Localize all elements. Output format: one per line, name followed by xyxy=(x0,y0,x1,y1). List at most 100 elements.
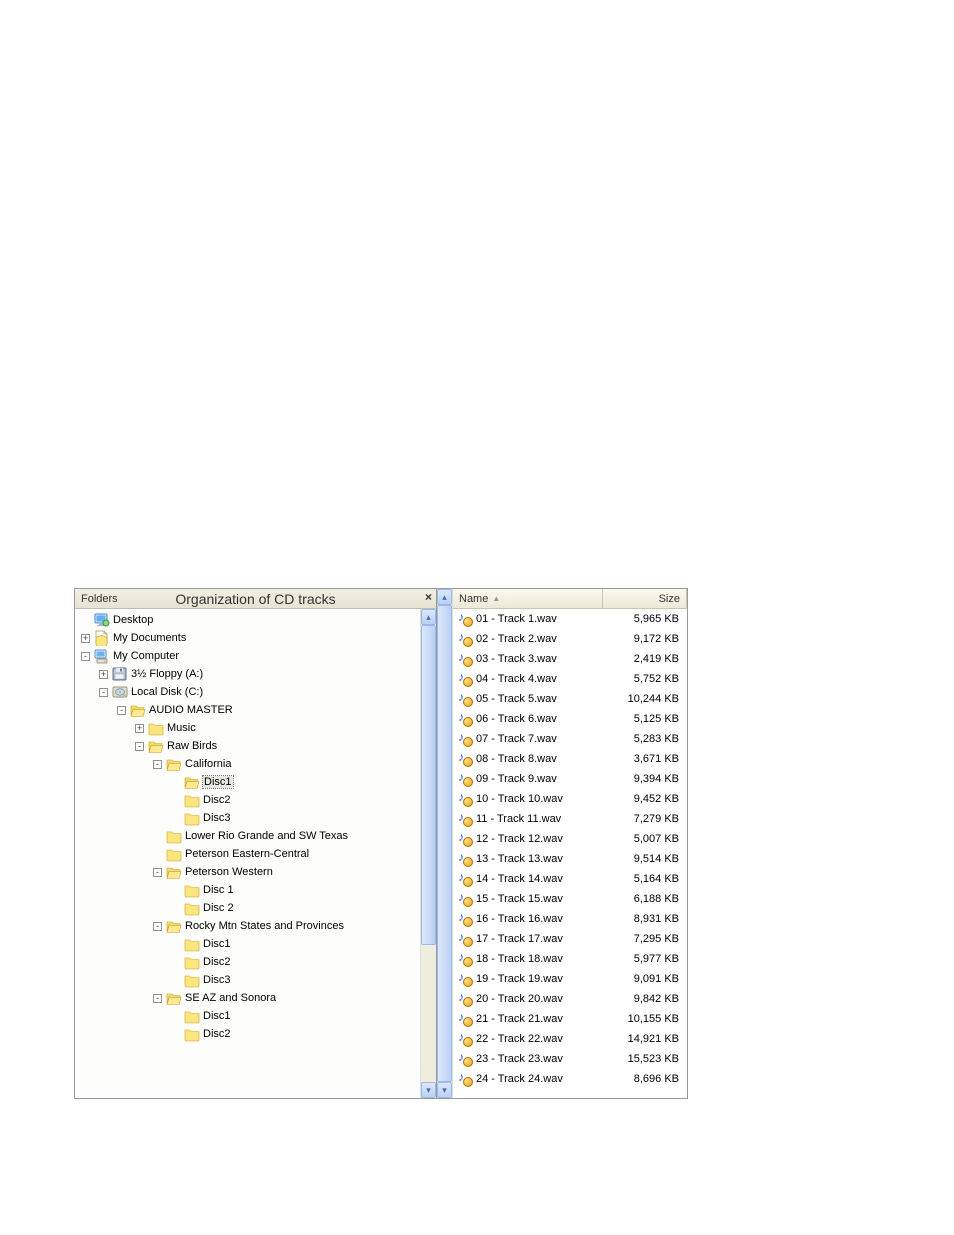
file-row[interactable]: 24 - Track 24.wav8,696 KB xyxy=(453,1069,687,1089)
file-row[interactable]: 01 - Track 1.wav5,965 KB xyxy=(453,609,687,629)
file-row[interactable]: 07 - Track 7.wav5,283 KB xyxy=(453,729,687,749)
collapse-icon[interactable]: - xyxy=(81,652,90,661)
folder-icon xyxy=(184,972,200,988)
collapse-icon[interactable]: - xyxy=(153,922,162,931)
toggle-spacer xyxy=(171,958,180,967)
tree-node-local-disk[interactable]: - Local Disk (C:) xyxy=(77,683,420,701)
tree-node-label: Raw Birds xyxy=(167,740,217,752)
tree-node-sa-disc1[interactable]: Disc1 xyxy=(77,1007,420,1025)
tree-node-label: Local Disk (C:) xyxy=(131,686,203,698)
tree-node-raw-birds[interactable]: - Raw Birds xyxy=(77,737,420,755)
folder-tree[interactable]: Desktop+My Documents-My Computer+3½ Flop… xyxy=(75,609,420,1098)
tree-node-desktop[interactable]: Desktop xyxy=(77,611,420,629)
file-row[interactable]: 02 - Track 2.wav9,172 KB xyxy=(453,629,687,649)
file-size: 7,295 KB xyxy=(603,933,687,945)
pane-title: Organization of CD tracks xyxy=(175,591,335,607)
scroll-down-button[interactable]: ▾ xyxy=(437,1082,452,1098)
tree-node-se-az-sonora[interactable]: -SE AZ and Sonora xyxy=(77,989,420,1007)
collapse-icon[interactable]: - xyxy=(117,706,126,715)
file-name-cell: 23 - Track 23.wav xyxy=(453,1051,603,1067)
file-row[interactable]: 10 - Track 10.wav9,452 KB xyxy=(453,789,687,809)
audio-file-icon xyxy=(457,651,473,667)
file-row[interactable]: 11 - Track 11.wav7,279 KB xyxy=(453,809,687,829)
file-row[interactable]: 03 - Track 3.wav2,419 KB xyxy=(453,649,687,669)
tree-node-my-computer[interactable]: -My Computer xyxy=(77,647,420,665)
tree-node-lrg-sw-texas[interactable]: Lower Rio Grande and SW Texas xyxy=(77,827,420,845)
file-row[interactable]: 14 - Track 14.wav5,164 KB xyxy=(453,869,687,889)
tree-node-sa-disc2[interactable]: Disc2 xyxy=(77,1025,420,1043)
tree-node-rm-disc1[interactable]: Disc1 xyxy=(77,935,420,953)
file-name-cell: 12 - Track 12.wav xyxy=(453,831,603,847)
tree-node-my-documents[interactable]: +My Documents xyxy=(77,629,420,647)
collapse-icon[interactable]: - xyxy=(99,688,108,697)
audio-file-icon xyxy=(457,611,473,627)
tree-node-music[interactable]: + Music xyxy=(77,719,420,737)
file-row[interactable]: 17 - Track 17.wav7,295 KB xyxy=(453,929,687,949)
file-row[interactable]: 08 - Track 8.wav3,671 KB xyxy=(453,749,687,769)
column-header-name[interactable]: Name ▲ xyxy=(453,589,603,608)
file-name-cell: 08 - Track 8.wav xyxy=(453,751,603,767)
file-row[interactable]: 22 - Track 22.wav14,921 KB xyxy=(453,1029,687,1049)
collapse-icon[interactable]: - xyxy=(153,868,162,877)
file-row[interactable]: 23 - Track 23.wav15,523 KB xyxy=(453,1049,687,1069)
file-row[interactable]: 12 - Track 12.wav5,007 KB xyxy=(453,829,687,849)
scroll-thumb[interactable] xyxy=(437,605,452,1082)
tree-node-rm-disc3[interactable]: Disc3 xyxy=(77,971,420,989)
file-row[interactable]: 18 - Track 18.wav5,977 KB xyxy=(453,949,687,969)
expand-icon[interactable]: + xyxy=(99,670,108,679)
tree-node-ca-disc1[interactable]: Disc1 xyxy=(77,773,420,791)
tree-node-pw-disc2[interactable]: Disc 2 xyxy=(77,899,420,917)
file-row[interactable]: 16 - Track 16.wav8,931 KB xyxy=(453,909,687,929)
tree-node-floppy[interactable]: +3½ Floppy (A:) xyxy=(77,665,420,683)
scroll-track[interactable] xyxy=(421,625,436,1082)
file-size: 7,279 KB xyxy=(603,813,687,825)
file-row[interactable]: 04 - Track 4.wav5,752 KB xyxy=(453,669,687,689)
tree-node-label: Disc1 xyxy=(203,776,233,788)
tree-node-california[interactable]: -California xyxy=(77,755,420,773)
file-row[interactable]: 05 - Track 5.wav10,244 KB xyxy=(453,689,687,709)
file-row[interactable]: 09 - Track 9.wav9,394 KB xyxy=(453,769,687,789)
file-name: 15 - Track 15.wav xyxy=(476,893,563,905)
floppy-icon xyxy=(112,666,128,682)
collapse-icon[interactable]: - xyxy=(153,994,162,1003)
tree-node-pw-disc1[interactable]: Disc 1 xyxy=(77,881,420,899)
file-row[interactable]: 13 - Track 13.wav9,514 KB xyxy=(453,849,687,869)
close-icon[interactable]: × xyxy=(425,590,432,604)
scroll-up-button[interactable]: ▴ xyxy=(437,589,452,605)
scroll-up-button[interactable]: ▴ xyxy=(421,609,436,625)
expand-icon[interactable]: + xyxy=(81,634,90,643)
tree-node-ca-disc3[interactable]: Disc3 xyxy=(77,809,420,827)
file-name-cell: 06 - Track 6.wav xyxy=(453,711,603,727)
tree-node-ca-disc2[interactable]: Disc2 xyxy=(77,791,420,809)
file-name-cell: 02 - Track 2.wav xyxy=(453,631,603,647)
tree-node-audio-master[interactable]: -AUDIO MASTER xyxy=(77,701,420,719)
file-name: 18 - Track 18.wav xyxy=(476,953,563,965)
scroll-track[interactable] xyxy=(437,605,452,1082)
tree-node-rocky-mtn[interactable]: -Rocky Mtn States and Provinces xyxy=(77,917,420,935)
collapse-icon[interactable]: - xyxy=(135,742,144,751)
file-row[interactable]: 06 - Track 6.wav5,125 KB xyxy=(453,709,687,729)
tree-scrollbar[interactable]: ▴ ▾ xyxy=(420,609,436,1098)
tree-node-label: Music xyxy=(167,722,196,734)
tree-node-peterson-ec[interactable]: Peterson Eastern-Central xyxy=(77,845,420,863)
file-row[interactable]: 15 - Track 15.wav6,188 KB xyxy=(453,889,687,909)
file-list[interactable]: 01 - Track 1.wav5,965 KB02 - Track 2.wav… xyxy=(453,609,687,1098)
folder-open-icon xyxy=(166,864,182,880)
file-name-cell: 01 - Track 1.wav xyxy=(453,611,603,627)
tree-node-rm-disc2[interactable]: Disc2 xyxy=(77,953,420,971)
file-size: 10,155 KB xyxy=(603,1013,687,1025)
list-scrollbar[interactable]: ▴ ▾ xyxy=(437,589,453,1098)
tree-node-peterson-w[interactable]: -Peterson Western xyxy=(77,863,420,881)
file-row[interactable]: 19 - Track 19.wav9,091 KB xyxy=(453,969,687,989)
folder-icon xyxy=(184,882,200,898)
toggle-spacer xyxy=(171,976,180,985)
column-header-size[interactable]: Size xyxy=(603,589,687,608)
file-name: 20 - Track 20.wav xyxy=(476,993,563,1005)
expand-icon[interactable]: + xyxy=(135,724,144,733)
file-name: 14 - Track 14.wav xyxy=(476,873,563,885)
collapse-icon[interactable]: - xyxy=(153,760,162,769)
scroll-down-button[interactable]: ▾ xyxy=(421,1082,436,1098)
file-row[interactable]: 20 - Track 20.wav9,842 KB xyxy=(453,989,687,1009)
scroll-thumb[interactable] xyxy=(421,625,436,945)
file-row[interactable]: 21 - Track 21.wav10,155 KB xyxy=(453,1009,687,1029)
